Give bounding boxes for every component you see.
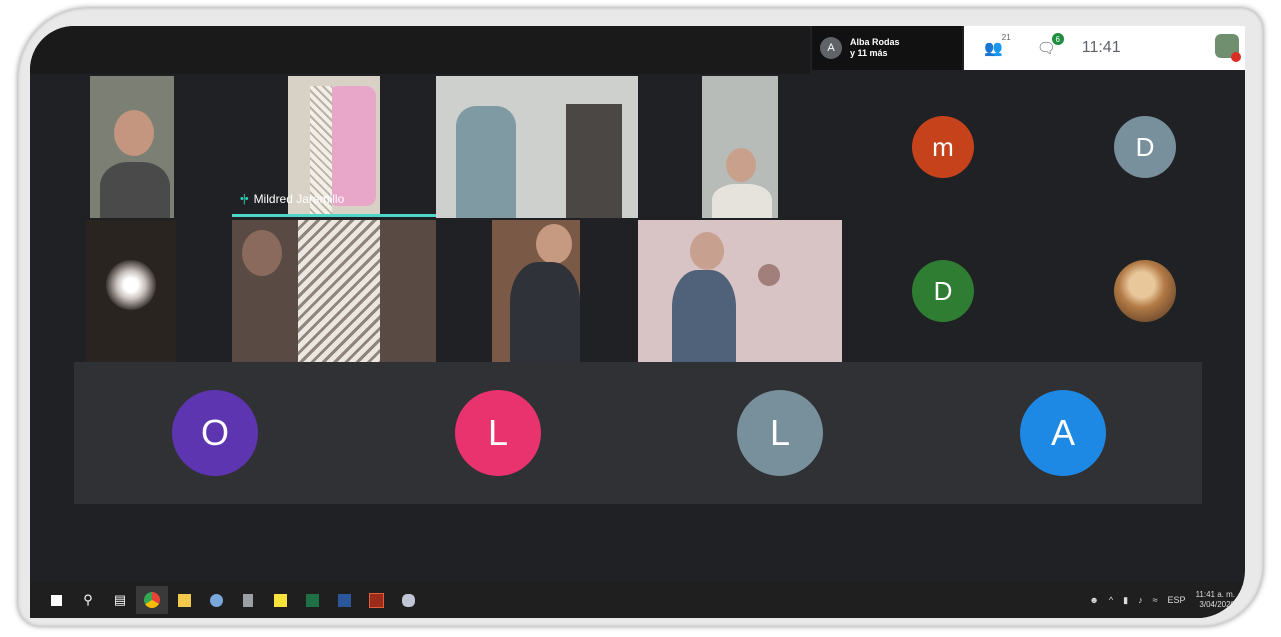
windows-taskbar: ⚲ ▤ ☻ ^ ▮ ♪ ≈ ESP 11:41 a. m. 3/04/2020 (30, 582, 1245, 618)
video-tile[interactable] (232, 220, 436, 362)
excel-icon[interactable] (296, 586, 328, 614)
word-icon[interactable] (328, 586, 360, 614)
paint-3d-icon[interactable] (392, 586, 424, 614)
participant-body (672, 270, 736, 362)
participant-body (712, 184, 772, 218)
people-tray-icon[interactable]: ☻ (1089, 595, 1098, 605)
battery-icon[interactable]: ▮ (1123, 595, 1128, 606)
background-door (566, 104, 622, 218)
presenter-text: Alba Rodas y 11 más (850, 37, 900, 59)
participant-avatar[interactable]: L (455, 390, 541, 476)
participant-avatar[interactable]: A (1020, 390, 1106, 476)
participant-body (510, 262, 580, 362)
chrome-icon[interactable] (136, 586, 168, 614)
wall-clock (758, 264, 780, 286)
presenter-avatar: A (820, 37, 842, 59)
notification-badge (1231, 52, 1241, 62)
meeting-clock: 11:41 (1081, 39, 1121, 56)
tray-date: 3/04/2020 (1199, 600, 1235, 609)
meet-window: A Alba Rodas y 11 más 👥 21 🗨 6 11:41 •|• M… (30, 26, 1245, 618)
sticky-notes-icon[interactable] (264, 586, 296, 614)
macrame-piece (298, 220, 380, 362)
language-indicator[interactable]: ESP (1168, 595, 1186, 605)
video-tile[interactable] (90, 76, 174, 218)
participant-avatar[interactable]: D (912, 260, 974, 322)
avatar-letter: D (1135, 131, 1155, 162)
avatar-letter: D (933, 275, 953, 306)
participant-face (242, 230, 282, 276)
avatar-letter: L (769, 412, 791, 453)
windows-start-icon[interactable] (40, 586, 72, 614)
paint-icon[interactable] (200, 586, 232, 614)
participant-avatar[interactable]: O (172, 390, 258, 476)
video-tile[interactable] (86, 220, 176, 362)
participant-photo-avatar[interactable] (1114, 260, 1176, 322)
avatar-letter: m (932, 131, 954, 162)
participant-face (726, 148, 756, 182)
participant-avatar[interactable]: D (1114, 116, 1176, 178)
active-speaker-bar (232, 214, 436, 217)
chevron-up-icon[interactable]: ^ (1109, 595, 1113, 605)
video-tile[interactable] (492, 220, 580, 362)
video-tile[interactable] (638, 220, 842, 362)
tray-clock[interactable]: 11:41 a. m. 3/04/2020 (1196, 590, 1235, 610)
video-tile[interactable] (436, 76, 638, 218)
speaking-indicator-icon: •|• (240, 193, 249, 205)
task-view-icon[interactable]: ▤ (104, 586, 136, 614)
system-tray: ☻ ^ ▮ ♪ ≈ ESP 11:41 a. m. 3/04/2020 (1089, 582, 1235, 618)
participant-avatar[interactable]: m (912, 116, 974, 178)
people-icon[interactable]: 👥 21 (984, 33, 1011, 57)
presenter-name: Alba Rodas (850, 37, 900, 47)
avatar-letter: L (487, 412, 509, 453)
participant-face (690, 232, 724, 270)
participant-face (114, 110, 154, 156)
network-icon[interactable]: ≈ (1153, 595, 1158, 605)
chat-icon[interactable]: 🗨 6 (1037, 33, 1064, 57)
volume-icon[interactable]: ♪ (1138, 595, 1143, 605)
macrame-hanging (456, 106, 516, 218)
presenter-chip[interactable]: A Alba Rodas y 11 más (812, 26, 962, 70)
tray-time: 11:41 a. m. (1195, 590, 1235, 599)
top-bar (30, 26, 810, 74)
file-explorer-icon[interactable] (168, 586, 200, 614)
people-count: 21 (1001, 33, 1011, 42)
presenter-others: y 11 más (850, 48, 888, 58)
meeting-controls: 👥 21 🗨 6 11:41 (964, 26, 1245, 70)
avatar-letter: O (200, 412, 229, 453)
speaker-label: •|• Mildred Jaramillo (240, 192, 344, 206)
participant-body (100, 162, 170, 218)
participant-face (536, 224, 572, 264)
search-icon[interactable]: ⚲ (72, 586, 104, 614)
light-glare (106, 260, 156, 310)
avatar-letter: A (1050, 412, 1075, 453)
speaker-name: Mildred Jaramillo (253, 192, 345, 206)
chat-badge: 6 (1051, 33, 1064, 45)
participant-arm (328, 86, 376, 206)
video-tile[interactable] (702, 76, 778, 218)
participant-avatar[interactable]: L (737, 390, 823, 476)
acrobat-icon[interactable] (360, 586, 392, 614)
calculator-icon[interactable] (232, 586, 264, 614)
